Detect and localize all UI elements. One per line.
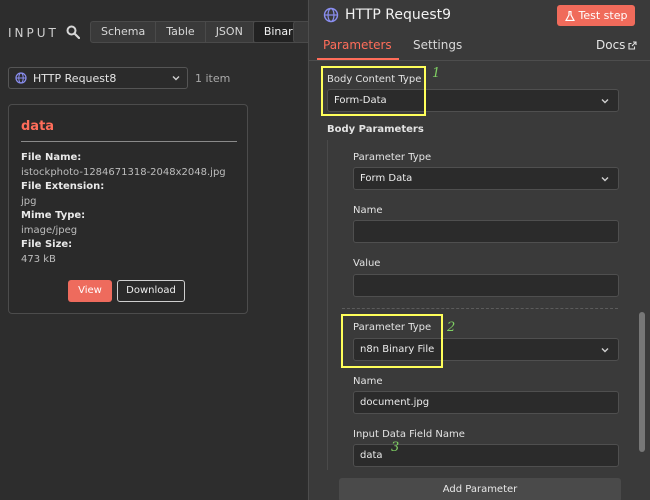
value-label: Value — [353, 258, 381, 269]
pin-icon[interactable] — [293, 21, 309, 43]
parameter-separator — [342, 308, 618, 309]
globe-icon — [15, 72, 27, 84]
docs-link[interactable]: Docs — [596, 38, 637, 52]
tab-parameters[interactable]: Parameters — [323, 38, 392, 52]
tabs-divider — [309, 60, 650, 61]
file-extension-value: jpg — [21, 195, 37, 207]
body-parameters-label: Body Parameters — [327, 124, 424, 135]
external-link-icon — [628, 40, 637, 50]
mime-type-value: image/jpeg — [21, 224, 78, 236]
chevron-down-icon — [601, 99, 609, 104]
tab-schema[interactable]: Schema — [91, 22, 157, 42]
input-node-select-value: HTTP Request8 — [33, 71, 117, 85]
parameter-type-label: Parameter Type — [353, 152, 432, 163]
parameter-type-select[interactable]: Form Data — [353, 167, 619, 190]
chevron-down-icon — [601, 177, 609, 182]
docs-label: Docs — [596, 38, 626, 52]
annotation-2: 2 — [447, 320, 456, 335]
name-input[interactable] — [353, 220, 619, 243]
node-title[interactable]: HTTP Request9 — [345, 7, 451, 23]
binary-data-card: data File Name: istockphoto-1284671318-2… — [8, 104, 248, 314]
highlight-box — [321, 66, 426, 116]
input-panel-title: INPUT — [8, 26, 59, 40]
file-extension-label: File Extension: — [21, 181, 105, 192]
flask-icon — [564, 10, 575, 21]
scrollbar-thumb[interactable] — [639, 312, 645, 452]
test-step-button[interactable]: Test step — [557, 5, 635, 26]
file-size-value: 473 kB — [21, 253, 56, 265]
name-label: Name — [353, 205, 383, 216]
input-data-field-name-label: Input Data Field Name — [353, 429, 465, 440]
search-icon[interactable] — [66, 25, 80, 39]
binary-metadata: File Name: istockphoto-1284671318-2048x2… — [21, 151, 226, 267]
chevron-down-icon — [601, 348, 609, 353]
annotation-1: 1 — [432, 66, 441, 81]
annotation-3: 3 — [391, 440, 400, 455]
binary-card-title: data — [21, 119, 55, 134]
test-step-label: Test step — [578, 9, 628, 22]
tab-json[interactable]: JSON — [206, 22, 254, 42]
tab-table[interactable]: Table — [156, 22, 206, 42]
value-input[interactable] — [353, 274, 619, 297]
file-name-value: istockphoto-1284671318-2048x2048.jpg — [21, 166, 226, 178]
divider — [21, 141, 237, 142]
name-label: Name — [353, 376, 383, 387]
tab-settings[interactable]: Settings — [413, 38, 462, 52]
file-size-label: File Size: — [21, 239, 73, 250]
mime-type-label: Mime Type: — [21, 210, 86, 221]
parameters-group-rule — [327, 140, 328, 470]
view-mode-tabs: Schema Table JSON Binary — [90, 21, 311, 43]
input-node-select[interactable]: HTTP Request8 — [8, 67, 188, 89]
view-button[interactable]: View — [68, 280, 112, 302]
name-input[interactable]: document.jpg — [353, 391, 619, 414]
add-parameter-button[interactable]: Add Parameter — [339, 478, 621, 500]
input-panel: INPUT Schema Table JSON Binary HTTP Requ… — [0, 0, 311, 500]
parameter-type-value: Form Data — [360, 173, 413, 184]
file-name-label: File Name: — [21, 152, 82, 163]
globe-icon — [323, 7, 339, 23]
chevron-down-icon — [172, 76, 180, 81]
node-parameters-panel: HTTP Request9 Test step Parameters Setti… — [308, 0, 650, 500]
download-button[interactable]: Download — [117, 280, 185, 302]
highlight-box — [341, 314, 443, 368]
item-count: 1 item — [195, 72, 231, 85]
